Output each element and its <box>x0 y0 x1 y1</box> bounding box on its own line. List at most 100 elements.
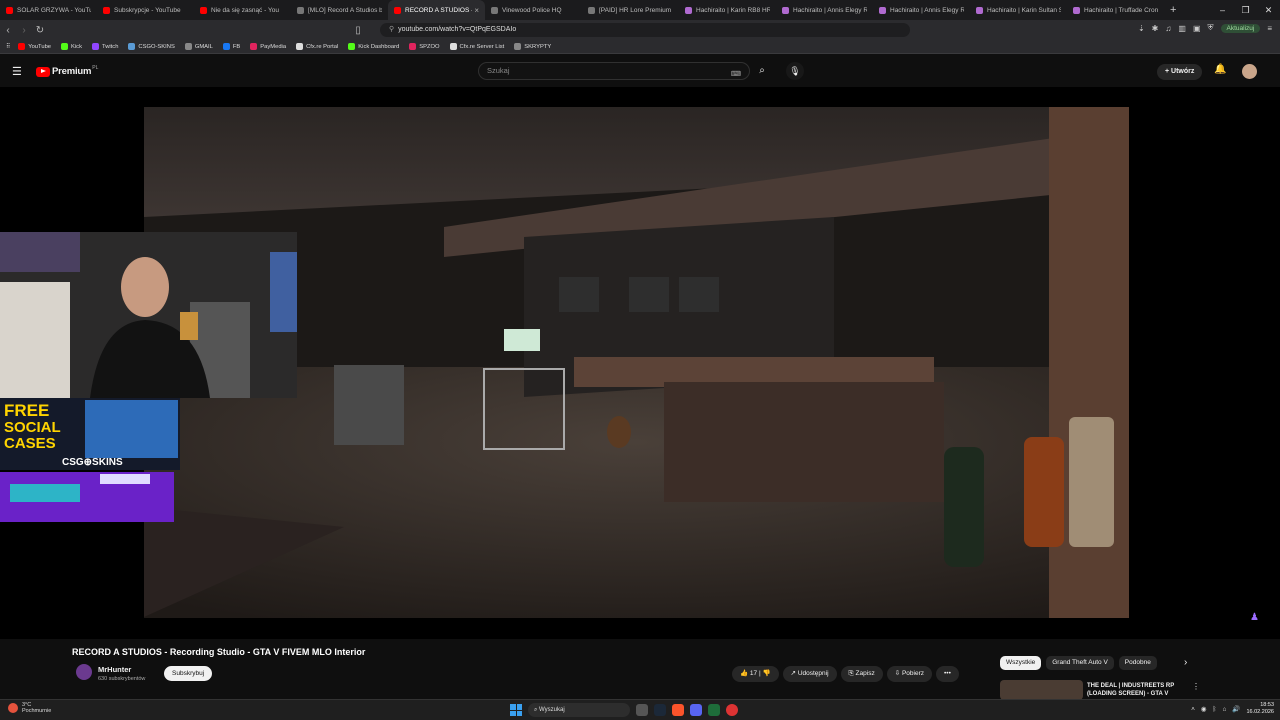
browser-tab[interactable]: Subskrypcje - YouTube <box>97 0 194 20</box>
tray-network-icon[interactable]: ⌂ <box>1222 706 1226 713</box>
search-icon[interactable]: ⌕ <box>752 62 772 80</box>
new-tab-button[interactable]: + <box>1164 4 1182 16</box>
bookmark-item[interactable]: Kick <box>61 43 82 50</box>
bookmark-favicon-icon <box>184 43 192 50</box>
discord-icon[interactable] <box>690 704 702 716</box>
chip-gta[interactable]: Grand Theft Auto V <box>1046 656 1114 670</box>
subscribe-button[interactable]: Subskrybuj <box>164 666 213 681</box>
download-icon[interactable]: ⇣ <box>1138 24 1145 33</box>
share-button[interactable]: ↗ Udostępnij <box>782 666 837 682</box>
browser-tab[interactable]: Hachiraito | Karin RB8 HR <box>679 0 776 20</box>
menu-hamburger-icon[interactable]: ☰ <box>12 65 22 78</box>
bookmark-item[interactable]: GMAIL <box>184 43 213 50</box>
close-window-button[interactable]: ✕ <box>1257 5 1280 16</box>
recommended-thumbnail[interactable] <box>1000 680 1083 700</box>
bookmark-item[interactable]: CSGO-SKINS <box>128 43 175 50</box>
maximize-button[interactable]: ❐ <box>1234 5 1257 16</box>
create-button[interactable]: + Utwórz <box>1157 64 1203 80</box>
bookmark-item[interactable]: SKRYPTY <box>514 43 551 50</box>
site-info-icon[interactable]: ⚲ <box>389 26 394 33</box>
tab-title: [PAID] HR Lore Premium Pl <box>599 6 673 14</box>
bookmark-item[interactable]: Twitch <box>91 43 118 50</box>
windows-start-icon[interactable] <box>510 704 522 716</box>
chevron-right-icon[interactable]: › <box>1184 657 1187 668</box>
bookmark-item[interactable]: FB <box>222 43 240 50</box>
like-button[interactable]: 👍 17 | 👎 <box>732 666 779 682</box>
bookmark-icon[interactable]: ▯ <box>350 25 366 36</box>
monitor-shape <box>504 329 540 351</box>
account-avatar[interactable] <box>1242 64 1257 79</box>
back-icon[interactable]: ‹ <box>0 25 16 36</box>
recommended-video[interactable]: THE DEAL | INDUSTREETS RP (LOADING SCREE… <box>1000 680 1200 700</box>
channel-name[interactable]: MrHunter <box>98 665 131 674</box>
minimize-button[interactable]: – <box>1211 5 1234 15</box>
task-view-icon[interactable] <box>636 704 648 716</box>
bookmark-label: Cfx.re Portal <box>306 43 339 50</box>
excel-icon[interactable] <box>708 704 720 716</box>
bookmark-item[interactable]: PayMedia <box>250 43 286 50</box>
browser-tab[interactable]: Vinewood Police HQ <box>485 0 582 20</box>
wallet-icon[interactable]: ▣ <box>1193 24 1201 33</box>
youtube-header: ☰ Premium PL Szukaj ⌨ ⌕ 🎙 + Utwórz 🔔 <box>0 55 1280 87</box>
browser-tab[interactable]: Hachiraito | Annis Elegy RH <box>873 0 970 20</box>
tab-title: RECORD A STUDIOS - <box>405 6 473 14</box>
more-vert-icon[interactable]: ⋮ <box>1192 682 1200 691</box>
tab-close-icon[interactable]: × <box>474 6 479 15</box>
url-field[interactable]: ⚲ youtube.com/watch?v=QtPqEGSDAIo <box>380 23 910 37</box>
tab-favicon-icon <box>879 6 886 14</box>
brave-browser-icon[interactable] <box>672 704 684 716</box>
tray-app-icon[interactable]: ◉ <box>1201 705 1207 713</box>
system-clock[interactable]: 18:53 16.02.2026 <box>1246 702 1274 716</box>
menu-icon[interactable]: ≡ <box>1267 24 1272 33</box>
apps-grid-icon[interactable]: ⠿ <box>6 44 10 50</box>
download-button[interactable]: ⇩ Pobierz <box>886 666 933 682</box>
floating-icon[interactable]: ♟ <box>1250 612 1259 623</box>
tray-volume-icon[interactable]: 🔊 <box>1232 705 1240 713</box>
browser-tab[interactable]: RECORD A STUDIOS - × <box>388 0 485 20</box>
vpn-icon[interactable]: ⛨ <box>1208 23 1214 33</box>
bookmark-item[interactable]: Cfx.re Server List <box>449 43 504 50</box>
bookmark-item[interactable]: Cfx.re Portal <box>296 43 338 50</box>
notifications-bell-icon[interactable]: 🔔 <box>1214 64 1226 75</box>
recommended-title[interactable]: THE DEAL | INDUSTREETS RP (LOADING SCREE… <box>1087 682 1187 698</box>
reload-icon[interactable]: ↻ <box>32 25 48 36</box>
bookmark-item[interactable]: SPZOO <box>409 43 440 50</box>
browser-tab[interactable]: Nie da się zasnąć - You <box>194 0 291 20</box>
channel-avatar[interactable] <box>76 664 92 680</box>
media-icon[interactable]: ♫ <box>1165 24 1171 33</box>
search-input[interactable]: Szukaj ⌨ <box>478 62 750 80</box>
microphone-icon[interactable]: 🎙 <box>786 62 804 80</box>
youtube-logo[interactable]: Premium PL <box>36 65 98 77</box>
tray-chevron-icon[interactable]: ˄ <box>1191 706 1195 713</box>
bookmark-favicon-icon <box>61 43 69 50</box>
app-icon[interactable] <box>726 704 738 716</box>
browser-tab[interactable]: Hachiraito | Karin Sultan Sp <box>970 0 1067 20</box>
update-button[interactable]: Aktualizuj <box>1220 23 1261 33</box>
bookmark-item[interactable]: YouTube <box>18 43 51 50</box>
save-label: Zapisz <box>855 670 875 677</box>
steam-icon[interactable] <box>654 704 666 716</box>
sidebar-icon[interactable]: ▥ <box>1178 24 1186 33</box>
more-actions-button[interactable]: ••• <box>936 666 959 682</box>
case-image-shape <box>85 400 178 458</box>
weather-widget[interactable]: 3°C Pochmurnie <box>8 702 51 714</box>
browser-tab[interactable]: SOLAR GRZYWA - YouTube <box>0 0 97 20</box>
bookmark-item[interactable]: Kick Dashboard <box>348 43 399 50</box>
tray-bluetooth-icon[interactable]: ᛒ <box>1213 706 1217 713</box>
browser-tab[interactable]: Hachiraito | Truffade Cronc <box>1067 0 1164 20</box>
browser-tab[interactable]: Hachiraito | Annis Elegy RH <box>776 0 873 20</box>
bookmark-label: Kick <box>71 43 82 50</box>
keyboard-icon[interactable]: ⌨ <box>731 67 741 83</box>
browser-tab[interactable]: [MLO] Record A Studios by <box>291 0 388 20</box>
bookmark-label: YouTube <box>28 43 52 50</box>
download-label: Pobierz <box>901 670 925 677</box>
bookmark-favicon-icon <box>514 43 522 50</box>
save-button[interactable]: ⎘ Zapisz <box>840 666 883 682</box>
browser-tab[interactable]: [PAID] HR Lore Premium Pl <box>582 0 679 20</box>
thumbs-down-icon[interactable]: 👎 <box>762 670 770 677</box>
forward-icon[interactable]: › <box>16 25 32 36</box>
chip-similar[interactable]: Podobne <box>1118 656 1157 670</box>
chip-all[interactable]: Wszystkie <box>1000 656 1042 670</box>
taskbar-search[interactable]: ⌕ Wyszukaj <box>528 703 630 717</box>
extensions-icon[interactable]: ✱ <box>1152 24 1159 33</box>
